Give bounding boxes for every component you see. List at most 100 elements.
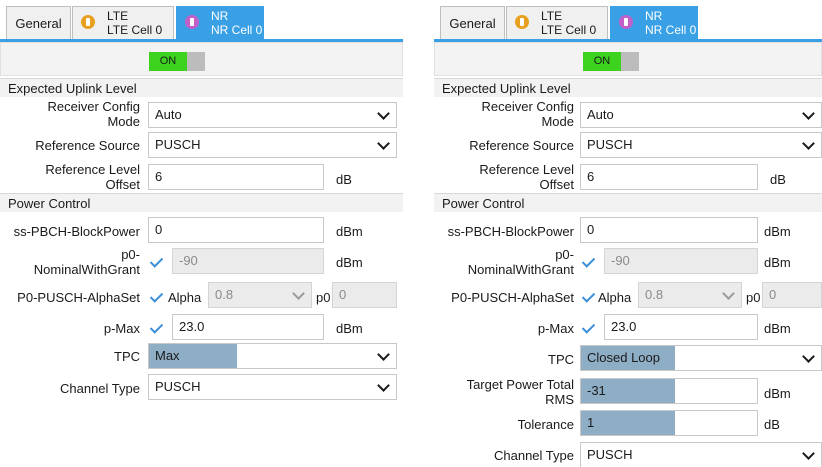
reference-level-offset-input[interactable]: 6: [580, 164, 758, 190]
label-line: Target Power Total: [466, 377, 574, 392]
input-value: 0: [769, 287, 777, 302]
channel-type-select[interactable]: PUSCH: [148, 374, 397, 400]
unit-dbm: dBm: [764, 224, 791, 239]
input-value: 23.0: [179, 319, 205, 334]
chevron-down-icon: [377, 107, 390, 120]
tab-nr-subtitle: NR Cell 0: [645, 23, 697, 37]
input-value: -90: [611, 253, 630, 268]
label-alpha: Alpha: [598, 290, 632, 305]
label-line: NominalWithGrant: [467, 262, 574, 277]
toggle-row: ON: [434, 42, 822, 76]
label-p0-nominal-with-grant: p0- NominalWithGrant: [434, 247, 574, 277]
alpha-select[interactable]: 0.8: [638, 282, 742, 308]
p-max-checkbox[interactable]: [580, 320, 596, 336]
alpha-select[interactable]: 0.8: [208, 282, 312, 308]
chevron-down-icon: [377, 348, 390, 361]
on-off-toggle[interactable]: ON: [149, 52, 205, 71]
p0-nominal-checkbox[interactable]: [148, 254, 164, 270]
label-reference-source: Reference Source: [35, 138, 140, 153]
input-value: -90: [179, 253, 198, 268]
p0-input[interactable]: 0: [332, 282, 397, 308]
label-line: Receiver Config: [47, 99, 141, 114]
lte-antenna-icon: [81, 15, 95, 29]
select-value: Closed Loop: [587, 350, 660, 365]
tolerance-input[interactable]: 1: [580, 410, 758, 436]
tab-nr-title: NR: [211, 9, 229, 23]
select-value: 0.8: [215, 287, 234, 302]
tab-general[interactable]: General: [6, 6, 71, 39]
tpc-select[interactable]: Max: [148, 343, 397, 369]
alphaset-checkbox[interactable]: [580, 289, 596, 305]
nr-antenna-icon: [619, 15, 633, 29]
tab-nr-cell[interactable]: NR NR Cell 0: [610, 6, 698, 39]
nr-antenna-icon: [185, 15, 199, 29]
toggle-row: ON: [0, 42, 403, 76]
tab-general-label: General: [449, 15, 496, 31]
unit-dbm: dBm: [764, 321, 791, 336]
input-value: 1: [587, 415, 595, 430]
select-value: Max: [155, 348, 180, 363]
receiver-config-mode-select[interactable]: Auto: [148, 102, 397, 128]
reference-level-offset-input[interactable]: 6: [148, 164, 324, 190]
label-line: p0-: [555, 247, 574, 262]
label-line: Receiver Config: [481, 99, 575, 114]
label-alpha: Alpha: [168, 290, 202, 305]
label-line: Mode: [541, 114, 574, 129]
receiver-config-mode-select[interactable]: Auto: [580, 102, 822, 128]
section-expected-uplink-level: Expected Uplink Level: [0, 78, 403, 97]
p-max-input[interactable]: 23.0: [172, 314, 324, 340]
input-value: -31: [587, 383, 606, 398]
p0-input[interactable]: 0: [762, 282, 822, 308]
tab-lte-subtitle: LTE Cell 0: [107, 23, 163, 37]
input-value: 6: [587, 169, 595, 184]
label-tpc: TPC: [548, 352, 574, 367]
tab-bar: General LTE LTE Cell 0 NR NR Cell 0: [434, 6, 822, 42]
tab-bar: General LTE LTE Cell 0 NR NR Cell 0: [0, 6, 403, 42]
input-value: 0: [155, 222, 163, 237]
p0-nominal-checkbox[interactable]: [580, 254, 596, 270]
section-power-control: Power Control: [0, 193, 403, 212]
input-value: 0: [587, 222, 595, 237]
alphaset-checkbox[interactable]: [148, 289, 164, 305]
label-p0-pusch-alphaset: P0-PUSCH-AlphaSet: [451, 290, 574, 305]
p-max-checkbox[interactable]: [148, 320, 164, 336]
select-value: Auto: [155, 107, 182, 122]
tab-nr-title: NR: [645, 9, 663, 23]
select-value: PUSCH: [155, 137, 201, 152]
p0-nominal-with-grant-input[interactable]: -90: [604, 248, 758, 274]
reference-source-select[interactable]: PUSCH: [148, 132, 397, 158]
tab-nr-subtitle: NR Cell 0: [211, 23, 263, 37]
tab-lte-title: LTE: [541, 9, 563, 23]
chevron-down-icon: [802, 137, 815, 150]
input-value: 0: [339, 287, 347, 302]
tab-general[interactable]: General: [440, 6, 505, 39]
ss-pbch-block-power-input[interactable]: 0: [580, 217, 758, 243]
unit-db: dB: [336, 172, 352, 187]
chevron-down-icon: [802, 447, 815, 460]
p0-nominal-with-grant-input[interactable]: -90: [172, 248, 324, 274]
ss-pbch-block-power-input[interactable]: 0: [148, 217, 324, 243]
label-reference-source: Reference Source: [469, 138, 574, 153]
label-p0: p0: [746, 290, 761, 305]
input-value: 23.0: [611, 319, 637, 334]
reference-source-select[interactable]: PUSCH: [580, 132, 822, 158]
section-power-control: Power Control: [434, 193, 822, 212]
toggle-on-label: ON: [583, 52, 621, 71]
on-off-toggle[interactable]: ON: [583, 52, 639, 71]
channel-type-select[interactable]: PUSCH: [580, 442, 822, 467]
tab-lte-cell[interactable]: LTE LTE Cell 0: [506, 6, 608, 39]
label-p0-pusch-alphaset: P0-PUSCH-AlphaSet: [17, 290, 140, 305]
label-tpc: TPC: [114, 349, 140, 364]
tpc-select[interactable]: Closed Loop: [580, 345, 822, 371]
label-ss-pbch-block-power: ss-PBCH-BlockPower: [447, 224, 574, 239]
tab-nr-cell[interactable]: NR NR Cell 0: [176, 6, 264, 39]
label-ss-pbch-block-power: ss-PBCH-BlockPower: [13, 224, 140, 239]
tab-lte-cell[interactable]: LTE LTE Cell 0: [72, 6, 174, 39]
toggle-on-label: ON: [149, 52, 187, 71]
target-power-total-rms-input[interactable]: -31: [580, 378, 758, 404]
chevron-down-icon: [292, 287, 305, 300]
label-line: Reference Level: [45, 162, 140, 177]
p-max-input[interactable]: 23.0: [604, 314, 758, 340]
label-p0-nominal-with-grant: p0- NominalWithGrant: [0, 247, 140, 277]
settings-content: ON Expected Uplink Level Receiver Config…: [434, 42, 822, 467]
